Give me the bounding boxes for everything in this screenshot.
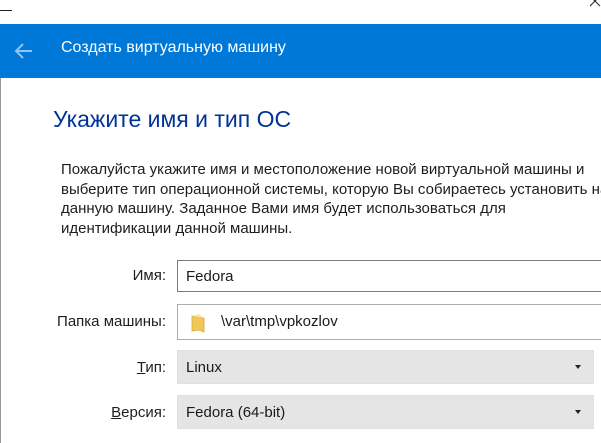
description-line: выберите тип операционной системы, котор… [61, 180, 601, 198]
folder-path: \var\tmp\vpkozlov [221, 313, 338, 330]
version-label: Версия: [111, 404, 166, 421]
back-arrow-icon [14, 43, 32, 59]
chevron-down-icon [575, 365, 581, 369]
minimize-button[interactable] [0, 10, 12, 11]
chevron-down-icon [575, 410, 581, 414]
window-top-strip [0, 0, 601, 24]
window-left-border [0, 78, 1, 443]
close-icon [589, 0, 601, 7]
os-type-select[interactable]: Linux [177, 350, 594, 384]
folder-label: Папка машины: [57, 313, 166, 330]
folder-icon [191, 314, 205, 333]
wizard-title-bar: Создать виртуальную машину [0, 24, 601, 78]
close-button[interactable] [586, 0, 601, 10]
machine-folder-selector[interactable]: \var\tmp\vpkozlov [177, 304, 601, 340]
window-title: Создать виртуальную машину [61, 39, 286, 56]
description-line: данную машину. Заданное Вами имя будет и… [61, 200, 506, 217]
type-label: Тип: [137, 359, 166, 376]
version-label-rest: ерсия: [121, 404, 166, 421]
type-label-rest: ип: [145, 359, 166, 376]
os-version-select[interactable]: Fedora (64-bit) [177, 395, 594, 429]
description-line: идентификации данной машины. [61, 219, 293, 237]
page-description: Пожалуйста укажите имя и местоположение … [61, 160, 601, 238]
name-label: Имя: [132, 267, 166, 284]
page-heading: Укажите имя и тип ОС [53, 106, 292, 132]
os-version-value: Fedora (64-bit) [186, 404, 286, 421]
description-line: Пожалуйста укажите имя и местоположение … [61, 161, 585, 178]
version-label-accel: В [111, 404, 122, 421]
back-button[interactable] [8, 36, 40, 66]
os-type-value: Linux [186, 359, 222, 376]
name-input[interactable] [177, 260, 601, 292]
